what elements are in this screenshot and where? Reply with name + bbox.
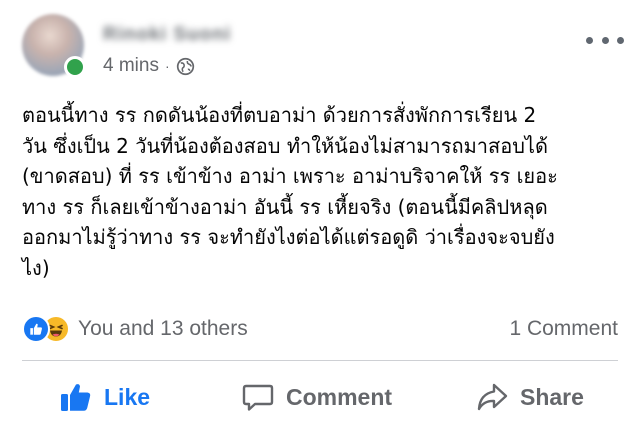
post-text-line: ทาง รร ก็เลยเข้าข้างอาม่า อันนี้ รร เหี้…: [22, 194, 548, 219]
online-status-indicator: [64, 56, 86, 78]
globe-icon[interactable]: [176, 57, 195, 76]
reactions-summary[interactable]: You and 13 others: [22, 314, 248, 344]
post-text-line: ออกมาไม่รู้ว่าทาง รร จะทำยังไงต่อได้แต่ร…: [22, 225, 555, 249]
post-text: ตอนนี้ทาง รร กดดันน้องที่ตบอาม่า ด้วยการ…: [22, 100, 628, 283]
thumbs-up-icon: [61, 384, 91, 411]
comment-bubble-icon: [242, 384, 274, 411]
like-reaction-icon: [22, 315, 50, 343]
comment-button[interactable]: Comment: [242, 378, 392, 416]
post-text-line: (ขาดสอบ) ที่ รร เข้าข้าง อาม่า เพราะ อาม…: [22, 164, 558, 188]
post-text-line: ไง): [22, 255, 50, 280]
share-label: Share: [520, 383, 584, 410]
dot-icon: [617, 36, 624, 44]
more-options-button[interactable]: [586, 28, 624, 52]
meta-separator: ·: [164, 58, 170, 74]
post-timestamp[interactable]: 4 mins: [103, 55, 159, 77]
comment-count-link[interactable]: 1 Comment: [509, 314, 618, 344]
author-avatar[interactable]: [22, 14, 86, 78]
reaction-count[interactable]: You and 13 others: [78, 317, 248, 341]
author-name[interactable]: Rinoki Suoni: [103, 22, 231, 48]
dot-icon: [586, 36, 593, 44]
post-meta: 4 mins ·: [103, 54, 195, 78]
like-label: Like: [104, 383, 151, 410]
facebook-post: Rinoki Suoni 4 mins · ตอนนี้ทาง รร กดดัน…: [0, 0, 640, 431]
like-button[interactable]: Like: [60, 378, 150, 416]
post-text-line: วัน ซึ่งเป็น 2 วันที่น้องต้องสอบ ทำให้น้…: [22, 133, 548, 158]
comment-label: Comment: [286, 383, 393, 410]
dot-icon: [601, 36, 609, 44]
action-divider: [22, 360, 618, 361]
share-arrow-icon: [477, 383, 508, 411]
post-text-line: ตอนนี้ทาง รร กดดันน้องที่ตบอาม่า ด้วยการ…: [22, 103, 537, 127]
share-button[interactable]: Share: [476, 378, 584, 416]
